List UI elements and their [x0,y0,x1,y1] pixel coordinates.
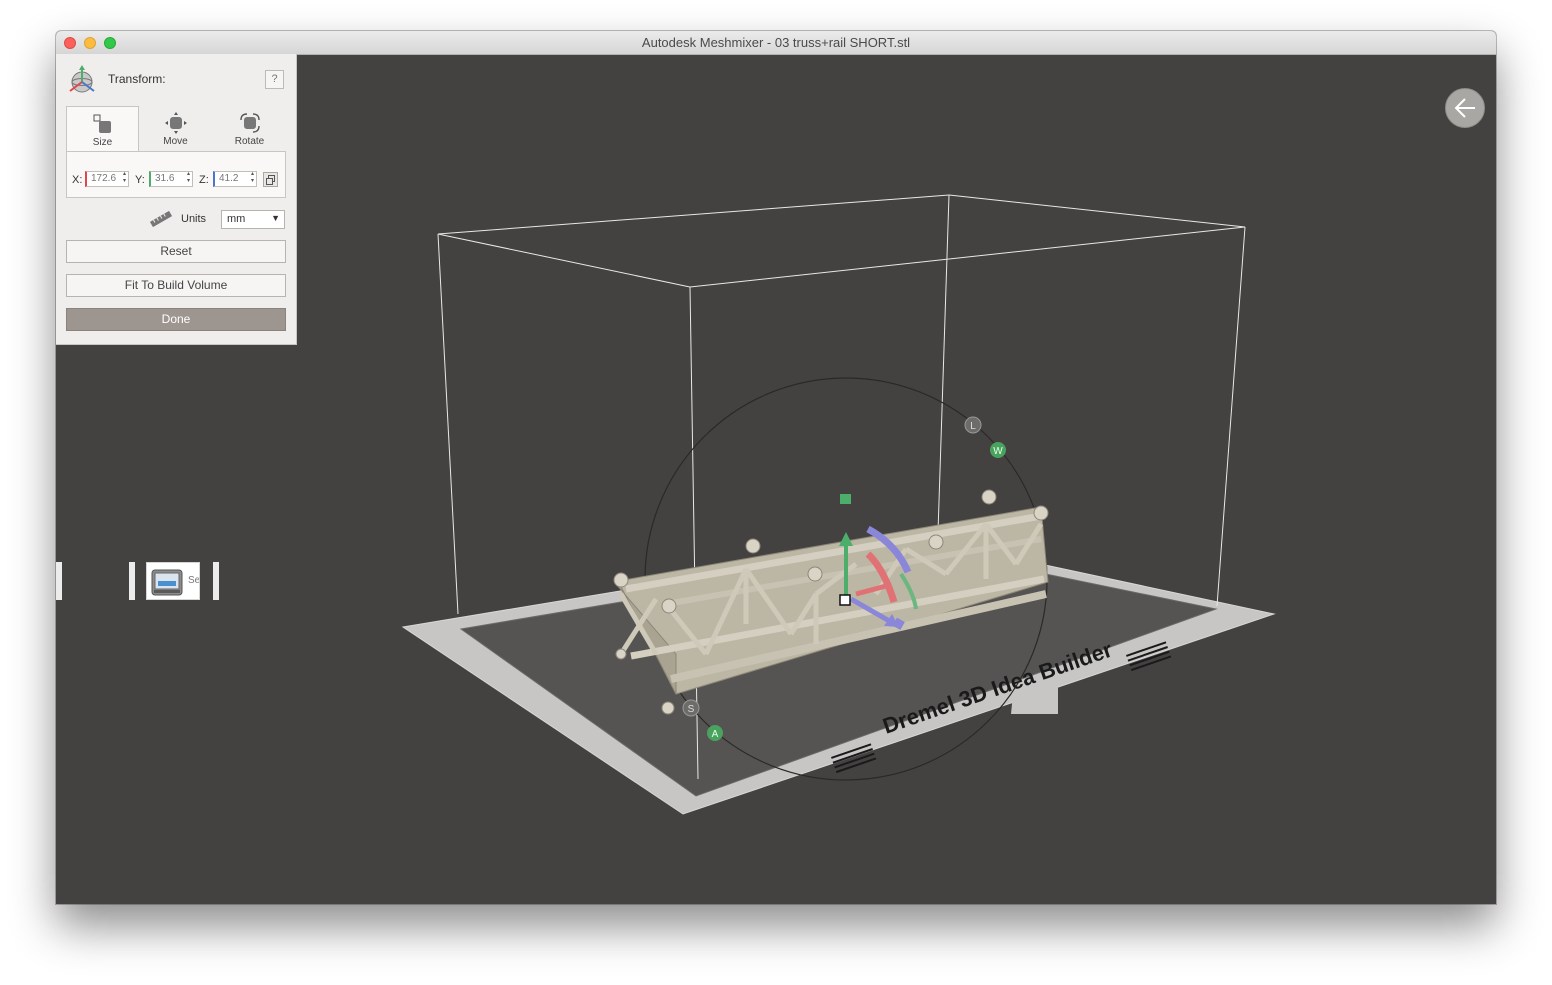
chevron-down-icon: ▼ [271,213,280,223]
ruler-icon [150,211,172,227]
send-to-printer-button[interactable]: Send T [146,562,200,600]
window-title: Autodesk Meshmixer - 03 truss+rail SHORT… [641,35,911,50]
gizmo-y-scale-handle [840,494,851,504]
tab-move[interactable]: Move [139,106,212,152]
x-label: X: [72,174,83,186]
send-to-printer-label: Send T [188,575,200,586]
reset-button[interactable]: Reset [66,240,286,263]
panel-title: Transform: [108,72,166,86]
handle-s: S [682,699,700,717]
handle-a-label: A [712,729,719,740]
rotate-icon [239,113,260,133]
handle-w-label: W [993,446,1003,457]
tab-rotate-label: Rotate [234,136,265,147]
handle-s-label: S [688,704,695,715]
app-window: Autodesk Meshmixer - 03 truss+rail SHORT… [56,31,1496,904]
tab-size[interactable]: Size [66,106,139,152]
y-size-input[interactable]: 31.6 [149,171,193,187]
units-value: mm [227,213,246,225]
size-fields: X: 172.6 Y: 31.6 Z: 41.2 [66,151,286,198]
handle-w: W [990,442,1006,458]
y-label: Y: [135,174,145,186]
toolbar-left-edge [56,562,62,600]
arrow-left-icon [1454,98,1475,118]
tab-rotate[interactable]: Rotate [213,106,286,152]
move-icon [164,112,187,134]
units-label: Units [181,213,207,225]
handle-l: L [964,416,982,434]
tab-move-label: Move [163,136,188,147]
back-button[interactable] [1445,88,1485,128]
handle-a: A [707,725,723,741]
transform-panel: Transform: ? Size Move Rotate X: 172.6 ▴… [56,54,297,345]
gizmo-center-handle [839,594,851,606]
printer-icon [151,569,183,596]
uniform-scale-toggle[interactable] [263,172,278,187]
handle-l-label: L [970,421,976,432]
fit-to-build-volume-button[interactable]: Fit To Build Volume [66,274,286,297]
units-dropdown[interactable]: mm ▼ [221,210,285,229]
transform-tabs: Size Move Rotate [66,106,286,152]
title-bar[interactable]: Autodesk Meshmixer - 03 truss+rail SHORT… [56,31,1496,55]
help-button[interactable]: ? [265,70,284,89]
size-icon [93,114,111,133]
z-size-input[interactable]: 41.2 [213,171,257,187]
z-label: Z: [199,174,209,186]
tab-size-label: Size [92,137,113,148]
x-size-input[interactable]: 172.6 [85,171,129,187]
done-button[interactable]: Done [66,308,286,331]
toolbar-right-edge [213,562,219,600]
transform-tool-icon [69,65,95,93]
toolbar-divider [129,562,135,600]
